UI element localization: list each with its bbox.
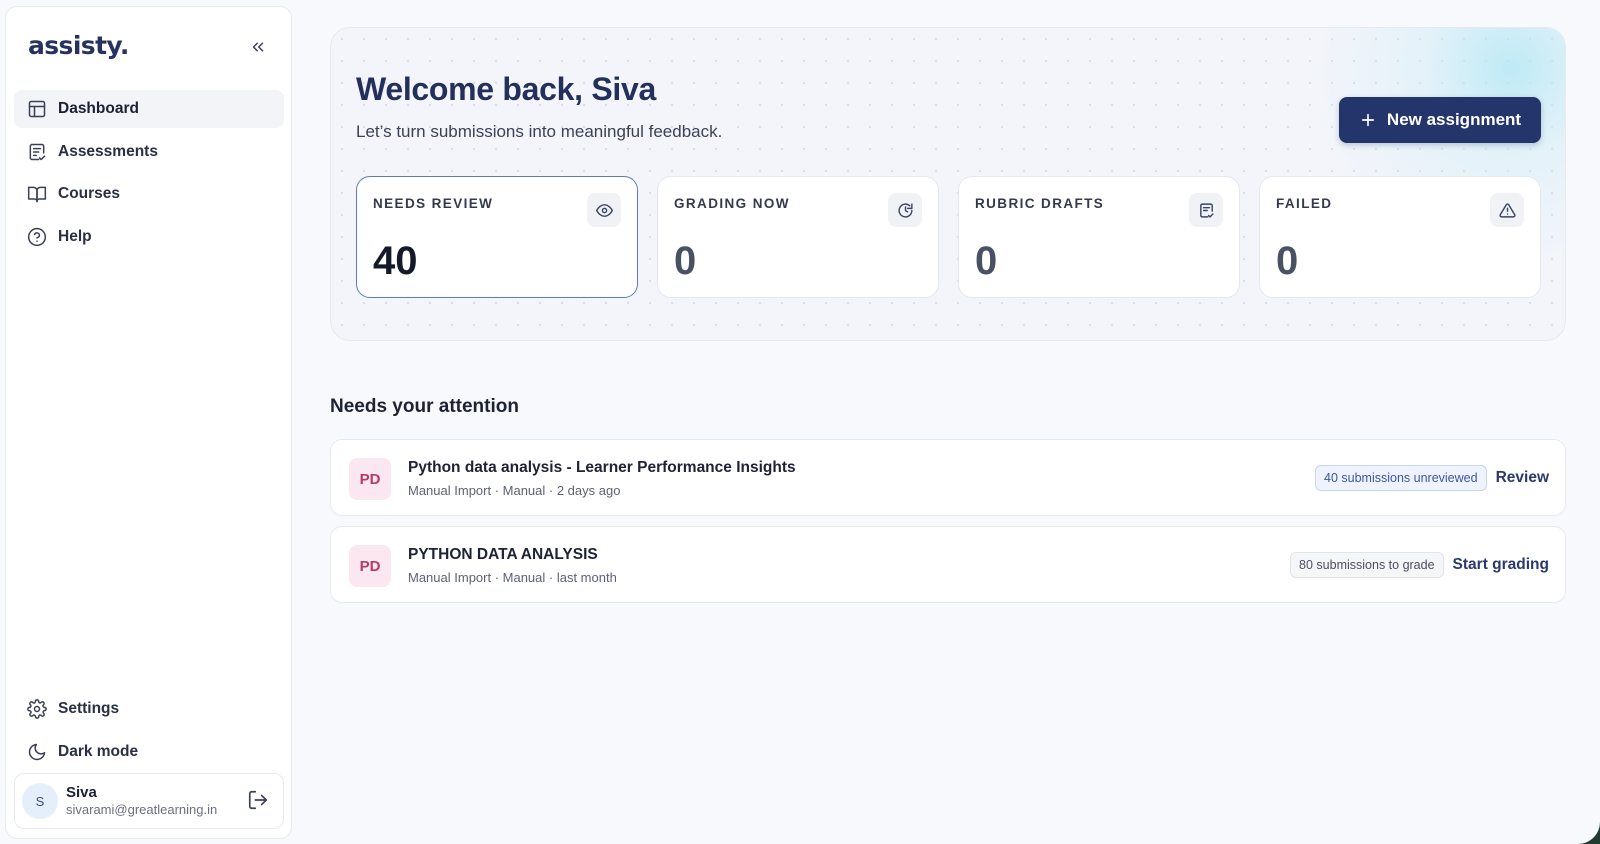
nav-item-settings[interactable]: Settings	[14, 690, 284, 728]
gear-icon	[26, 698, 48, 720]
list-item[interactable]: PD PYTHON DATA ANALYSIS Manual Import · …	[330, 526, 1566, 603]
list-item[interactable]: PD Python data analysis - Learner Perfor…	[330, 439, 1566, 516]
sidebar-bottom-nav: Settings Dark mode	[14, 690, 284, 775]
new-assignment-label: New assignment	[1386, 110, 1522, 129]
page-title: Welcome back, Siva	[356, 71, 656, 107]
user-email: sivarami@greatlearning.in	[66, 802, 218, 817]
start-grading-button[interactable]: Start grading	[1453, 556, 1549, 574]
user-name: Siva	[66, 784, 97, 801]
assignment-meta: Manual Import · Manual · 2 days ago	[408, 483, 621, 498]
stat-label: NEEDS REVIEW	[373, 196, 494, 211]
book-open-icon	[26, 183, 48, 205]
assignment-badge: PD	[349, 545, 391, 587]
nav-item-assessments[interactable]: Assessments	[14, 133, 284, 171]
stat-label: FAILED	[1276, 196, 1333, 211]
assignment-title: PYTHON DATA ANALYSIS	[408, 546, 598, 563]
logo: assisty.	[28, 31, 129, 60]
row-actions: 40 submissions unreviewed Review	[1315, 464, 1549, 492]
chevrons-left-icon	[252, 42, 264, 52]
row-actions: 80 submissions to grade Start grading	[1290, 551, 1549, 579]
assignment-meta: Manual Import · Manual · last month	[408, 570, 617, 585]
stat-label: GRADING NOW	[674, 196, 790, 211]
document-check-icon	[1189, 193, 1223, 227]
stat-value: 40	[373, 239, 418, 283]
stat-value: 0	[975, 239, 998, 283]
stat-card-needs-review[interactable]: NEEDS REVIEW 40	[356, 176, 638, 298]
nav-item-help[interactable]: Help	[14, 218, 284, 256]
assignment-badge: PD	[349, 458, 391, 500]
nav-item-courses[interactable]: Courses	[14, 175, 284, 213]
nav-label: Help	[58, 227, 92, 245]
warning-triangle-icon	[1490, 193, 1524, 227]
main-nav: Dashboard Assessments Courses Help	[14, 90, 284, 260]
status-badge: 40 submissions unreviewed	[1315, 465, 1487, 491]
nav-label: Dark mode	[58, 742, 139, 760]
section-title: Needs your attention	[330, 396, 519, 417]
logout-button[interactable]	[247, 789, 271, 813]
help-circle-icon	[26, 226, 48, 248]
user-card: S Siva sivarami@greatlearning.in	[14, 773, 284, 829]
user-info: Siva sivarami@greatlearning.in	[66, 784, 217, 818]
nav-label: Settings	[58, 700, 120, 717]
nav-item-dashboard[interactable]: Dashboard	[14, 90, 284, 128]
nav-label: Assessments	[58, 142, 158, 160]
stat-card-grading-now[interactable]: GRADING NOW 0	[657, 176, 939, 298]
sidebar: assisty. Dashboard Assessments Courses H…	[5, 6, 292, 839]
welcome-hero: Welcome back, Siva Let’s turn submission…	[330, 27, 1566, 341]
moon-icon	[26, 741, 48, 763]
layout-icon	[26, 98, 48, 120]
stat-label: RUBRIC DRAFTS	[975, 196, 1105, 211]
assignment-title: Python data analysis - Learner Performan…	[408, 459, 796, 476]
nav-label: Dashboard	[58, 100, 139, 117]
nav-item-dark-mode[interactable]: Dark mode	[14, 733, 284, 771]
page-subtitle: Let’s turn submissions into meaningful f…	[356, 122, 723, 141]
status-badge: 80 submissions to grade	[1290, 552, 1444, 578]
plus-icon	[1359, 111, 1377, 129]
stat-card-failed[interactable]: FAILED 0	[1259, 176, 1541, 298]
avatar: S	[22, 783, 58, 819]
nav-label: Courses	[58, 185, 121, 202]
collapse-sidebar-button[interactable]	[246, 35, 270, 59]
clipboard-check-icon	[26, 141, 48, 163]
eye-icon	[587, 193, 621, 227]
stat-value: 0	[1276, 239, 1299, 283]
logout-icon	[248, 790, 268, 810]
app-window: assisty. Dashboard Assessments Courses H…	[0, 0, 1600, 844]
new-assignment-button[interactable]: New assignment	[1339, 97, 1541, 143]
stat-card-rubric-drafts[interactable]: RUBRIC DRAFTS 0	[958, 176, 1240, 298]
clock-refresh-icon	[888, 193, 922, 227]
review-button[interactable]: Review	[1496, 469, 1549, 487]
stat-value: 0	[674, 239, 697, 283]
